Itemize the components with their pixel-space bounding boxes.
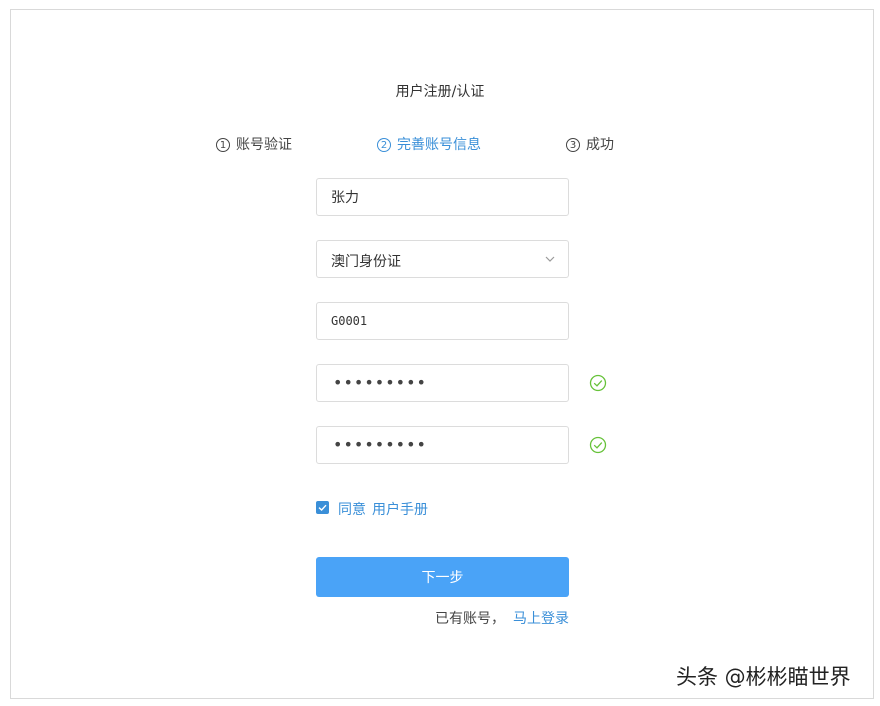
check-circle-icon (589, 436, 607, 454)
login-prompt: 已有账号， (435, 611, 505, 627)
chevron-down-icon (545, 256, 555, 262)
check-circle-icon (589, 374, 607, 392)
password-mask: ••••••••• (333, 373, 427, 392)
id-type-selected-value: 澳门身份证 (331, 254, 401, 270)
step-complete-info: 2 完善账号信息 (377, 134, 481, 154)
agree-checkbox[interactable] (316, 501, 329, 514)
checkmark-icon (318, 504, 327, 511)
step-number: 2 (377, 138, 391, 152)
confirm-password-input[interactable]: ••••••••• (316, 426, 569, 464)
page-title: 用户注册/认证 (395, 84, 485, 100)
login-link[interactable]: 马上登录 (513, 611, 569, 627)
step-account-verify: 1 账号验证 (216, 134, 292, 154)
step-number: 3 (566, 138, 580, 152)
login-row: 已有账号， 马上登录 (435, 608, 569, 628)
confirm-password-mask: ••••••••• (333, 435, 427, 454)
id-number-input[interactable] (317, 303, 568, 339)
step-success: 3 成功 (566, 134, 614, 154)
user-manual-link[interactable]: 用户手册 (372, 502, 428, 518)
step-label: 成功 (586, 137, 614, 153)
step-label: 完善账号信息 (397, 137, 481, 153)
password-input[interactable]: ••••••••• (316, 364, 569, 402)
watermark: 头条 @彬彬瞄世界 (676, 665, 851, 689)
step-number: 1 (216, 138, 230, 152)
step-label: 账号验证 (236, 137, 292, 153)
agree-label[interactable]: 同意 (338, 502, 366, 518)
next-step-button[interactable]: 下一步 (316, 557, 569, 597)
id-number-field-wrapper (316, 302, 569, 340)
name-field-wrapper (316, 178, 569, 216)
id-type-select[interactable]: 澳门身份证 (316, 240, 569, 278)
name-input[interactable] (317, 179, 568, 215)
